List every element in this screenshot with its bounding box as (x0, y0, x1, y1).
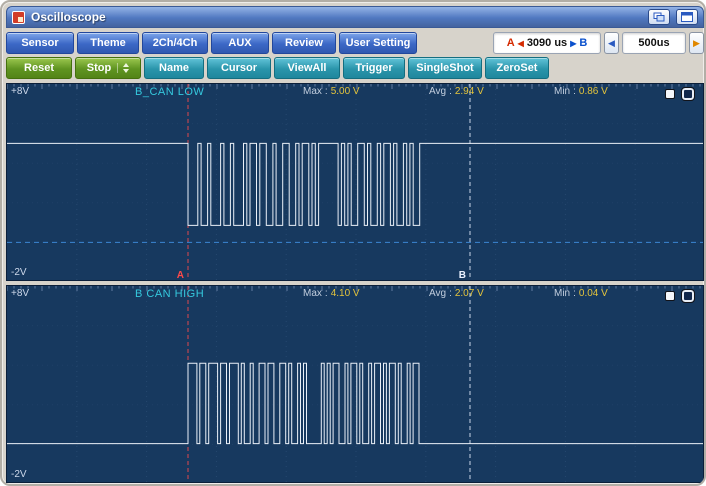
channel-mode-button[interactable]: 2Ch/4Ch (142, 32, 208, 54)
ch1-display-toggles (665, 88, 694, 100)
single-shot-button[interactable]: SingleShot (408, 57, 482, 79)
ch2-name: B CAN HIGH (135, 288, 204, 300)
cascade-icon (653, 12, 665, 22)
stat-label: Avg (429, 86, 446, 97)
aux-button[interactable]: AUX (211, 32, 269, 54)
timebase-increase-button[interactable]: ▶ (689, 32, 704, 54)
ab-time-readout[interactable]: A ◀ 3090 us ▶ B (493, 32, 601, 54)
trigger-button[interactable]: Trigger (343, 57, 405, 79)
stat-value: 4.10 V (331, 288, 360, 299)
stat-label: Avg (429, 288, 446, 299)
toolbar-row-1: Sensor Theme 2Ch/4Ch AUX Review User Set… (6, 32, 704, 54)
app-icon (12, 11, 25, 24)
b-right-arrow-icon: ▶ (570, 39, 576, 48)
channel1-waveform: AB (7, 84, 704, 281)
window-title: Oscilloscope (31, 10, 642, 24)
stop-button-label: Stop (87, 62, 111, 74)
svg-text:A: A (177, 270, 184, 281)
ch2-max-stat: Max:4.10 V (303, 288, 360, 299)
channel2-panel: +8V B CAN HIGH Max:4.10 V Avg:2.07 V Min… (6, 285, 704, 483)
ch2-display-toggle-filled[interactable] (665, 291, 675, 301)
split-view-icon (681, 12, 693, 22)
ch2-avg-stat: Avg:2.07 V (429, 288, 484, 299)
ch2-min-stat: Min:0.04 V (554, 288, 608, 299)
split-view-button[interactable] (676, 9, 698, 25)
stat-label: Max (303, 288, 322, 299)
ch1-name: B_CAN LOW (135, 86, 204, 98)
view-all-button[interactable]: ViewAll (274, 57, 340, 79)
stat-separator: : (325, 288, 328, 299)
stop-spinner-icon (117, 63, 129, 73)
title-bar[interactable]: Oscilloscope (6, 6, 704, 28)
oscilloscope-window: Oscilloscope Sensor Theme 2Ch/4Ch AUX Re… (0, 0, 706, 486)
name-button[interactable]: Name (144, 57, 204, 79)
zero-set-button[interactable]: ZeroSet (485, 57, 549, 79)
stat-label: Min (554, 288, 570, 299)
stat-value: 2.94 V (455, 86, 484, 97)
stat-separator: : (449, 288, 452, 299)
stat-value: 5.00 V (331, 86, 360, 97)
stat-label: Max (303, 86, 322, 97)
ch1-bottom-voltage-label: -2V (11, 267, 27, 278)
stat-value: 0.86 V (579, 86, 608, 97)
ch1-display-toggle-outline[interactable] (682, 88, 694, 100)
stat-label: Min (554, 86, 570, 97)
channel2-waveform (7, 286, 704, 483)
ch1-top-voltage-label: +8V (11, 86, 29, 97)
stop-button[interactable]: Stop (75, 57, 141, 79)
b-cursor-label: B (579, 37, 587, 49)
stat-separator: : (573, 86, 576, 97)
ch2-display-toggles (665, 290, 694, 302)
a-left-arrow-icon: ◀ (518, 39, 524, 48)
channel1-panel: AB +8V B_CAN LOW Max:5.00 V Avg:2.94 V M… (6, 83, 704, 281)
stat-value: 0.04 V (579, 288, 608, 299)
review-button[interactable]: Review (272, 32, 336, 54)
ch2-display-toggle-outline[interactable] (682, 290, 694, 302)
ch1-max-stat: Max:5.00 V (303, 86, 360, 97)
a-cursor-label: A (507, 37, 515, 49)
ab-time-value: 3090 us (527, 37, 567, 49)
ch2-bottom-voltage-label: -2V (11, 469, 27, 480)
stat-value: 2.07 V (455, 288, 484, 299)
ch2-top-voltage-label: +8V (11, 288, 29, 299)
sensor-button[interactable]: Sensor (6, 32, 74, 54)
cursor-button[interactable]: Cursor (207, 57, 271, 79)
ch1-display-toggle-filled[interactable] (665, 89, 675, 99)
reset-button[interactable]: Reset (6, 57, 72, 79)
ch1-min-stat: Min:0.86 V (554, 86, 608, 97)
stat-separator: : (573, 288, 576, 299)
cascade-view-button[interactable] (648, 9, 670, 25)
user-setting-button[interactable]: User Setting (339, 32, 417, 54)
timebase-value[interactable]: 500us (622, 32, 686, 54)
toolbar-row-2: Reset Stop Name Cursor ViewAll Trigger S… (6, 57, 704, 79)
svg-text:B: B (459, 270, 466, 281)
stat-separator: : (325, 86, 328, 97)
theme-button[interactable]: Theme (77, 32, 139, 54)
ch1-avg-stat: Avg:2.94 V (429, 86, 484, 97)
timebase-decrease-button[interactable]: ◀ (604, 32, 619, 54)
stat-separator: : (449, 86, 452, 97)
